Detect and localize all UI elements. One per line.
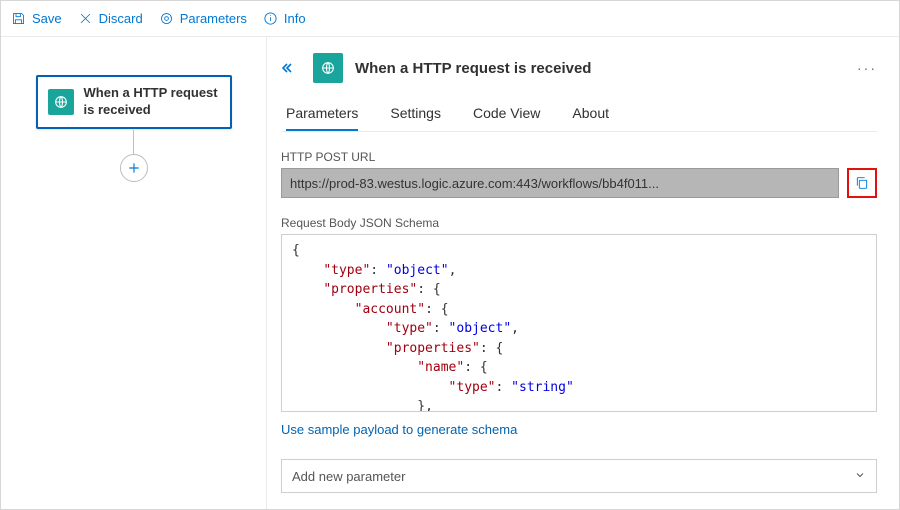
trigger-node[interactable]: When a HTTP request is received: [36, 75, 232, 129]
discard-label: Discard: [99, 11, 143, 26]
parameters-label: Parameters: [180, 11, 247, 26]
add-parameter-dropdown[interactable]: Add new parameter: [281, 459, 877, 493]
parameters-button[interactable]: Parameters: [159, 11, 247, 26]
parameters-icon: [159, 11, 174, 26]
schema-label: Request Body JSON Schema: [281, 216, 877, 230]
trigger-node-label: When a HTTP request is received: [84, 85, 220, 119]
plus-icon: [127, 161, 141, 175]
http-trigger-icon: [48, 89, 74, 115]
save-button[interactable]: Save: [11, 11, 62, 26]
save-icon: [11, 11, 26, 26]
designer-canvas: When a HTTP request is received: [1, 37, 267, 509]
add-parameter-label: Add new parameter: [292, 469, 405, 484]
panel-tabs: Parameters Settings Code View About: [281, 97, 877, 132]
info-label: Info: [284, 11, 306, 26]
save-label: Save: [32, 11, 62, 26]
schema-editor[interactable]: { "type": "object", "properties": { "acc…: [281, 234, 877, 412]
schema-section: Request Body JSON Schema { "type": "obje…: [281, 216, 877, 437]
details-panel: When a HTTP request is received ··· Para…: [267, 37, 899, 509]
add-step-button[interactable]: [120, 154, 148, 182]
discard-button[interactable]: Discard: [78, 11, 143, 26]
url-section: HTTP POST URL: [281, 150, 877, 198]
sample-payload-link[interactable]: Use sample payload to generate schema: [281, 422, 517, 437]
connector-line: [133, 130, 134, 154]
copy-icon: [854, 175, 870, 191]
http-trigger-icon: [313, 53, 343, 83]
discard-icon: [78, 11, 93, 26]
info-icon: [263, 11, 278, 26]
panel-header: When a HTTP request is received ···: [281, 53, 877, 83]
main-area: When a HTTP request is received When a H…: [1, 37, 899, 509]
tab-code-view[interactable]: Code View: [473, 97, 540, 131]
copy-url-button[interactable]: [847, 168, 877, 198]
panel-title: When a HTTP request is received: [355, 60, 591, 77]
http-post-url-field[interactable]: [281, 168, 839, 198]
info-button[interactable]: Info: [263, 11, 306, 26]
chevron-down-icon: [854, 469, 866, 484]
tab-parameters[interactable]: Parameters: [286, 97, 358, 131]
url-label: HTTP POST URL: [281, 150, 877, 164]
more-menu-button[interactable]: ···: [857, 60, 877, 76]
tab-about[interactable]: About: [572, 97, 609, 131]
command-bar: Save Discard Parameters Info: [1, 1, 899, 37]
collapse-button[interactable]: [281, 60, 301, 76]
tab-settings[interactable]: Settings: [390, 97, 441, 131]
